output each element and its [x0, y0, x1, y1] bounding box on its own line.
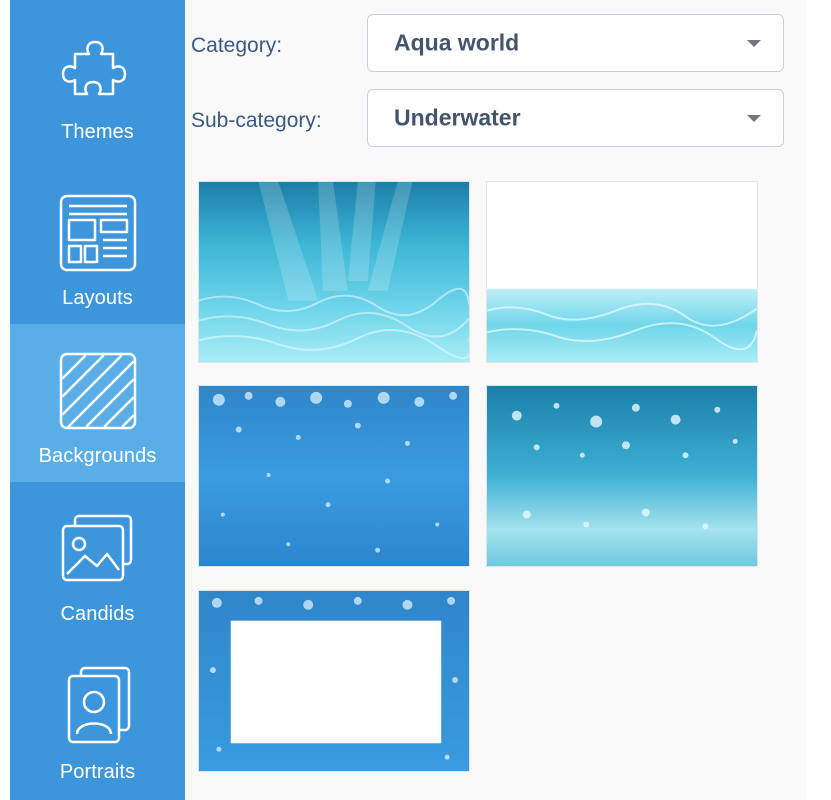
chevron-down-icon — [747, 40, 761, 47]
subcategory-select[interactable]: Underwater — [367, 89, 784, 147]
main-panel: Category: Aqua world Sub-category: Under… — [185, 0, 806, 800]
right-strip — [806, 0, 831, 800]
hatched-square-icon — [53, 346, 143, 436]
sidebar-item-label: Portraits — [59, 761, 136, 783]
sidebar-item-layouts[interactable]: Layouts — [10, 166, 185, 324]
background-thumbnail[interactable] — [198, 590, 470, 772]
background-thumbnail[interactable] — [198, 181, 470, 363]
sidebar-item-themes[interactable]: Themes — [10, 0, 185, 158]
left-gutter — [0, 0, 10, 800]
sidebar: Themes Layouts Backgrounds Candids Portr… — [10, 0, 185, 800]
sidebar-item-label: Candids — [60, 603, 135, 625]
subcategory-value: Underwater — [394, 104, 521, 131]
photos-icon — [53, 504, 143, 594]
portrait-icon — [53, 662, 143, 752]
category-select[interactable]: Aqua world — [367, 14, 784, 72]
subcategory-label: Sub-category: — [191, 109, 322, 132]
sidebar-item-candids[interactable]: Candids — [10, 482, 185, 640]
category-label: Category: — [191, 34, 283, 57]
chevron-down-icon — [747, 115, 761, 122]
layout-grid-icon — [53, 188, 143, 278]
background-thumbnail[interactable] — [486, 385, 758, 567]
puzzle-piece-icon — [53, 22, 143, 112]
sidebar-item-label: Backgrounds — [38, 445, 157, 467]
sidebar-item-portraits[interactable]: Portraits — [10, 640, 185, 798]
sidebar-item-label: Themes — [61, 121, 134, 143]
sidebar-item-backgrounds[interactable]: Backgrounds — [10, 324, 185, 482]
category-value: Aqua world — [394, 29, 520, 56]
background-thumbnail[interactable] — [198, 385, 470, 567]
sidebar-item-label: Layouts — [62, 287, 133, 309]
background-thumbnail[interactable] — [486, 181, 758, 363]
